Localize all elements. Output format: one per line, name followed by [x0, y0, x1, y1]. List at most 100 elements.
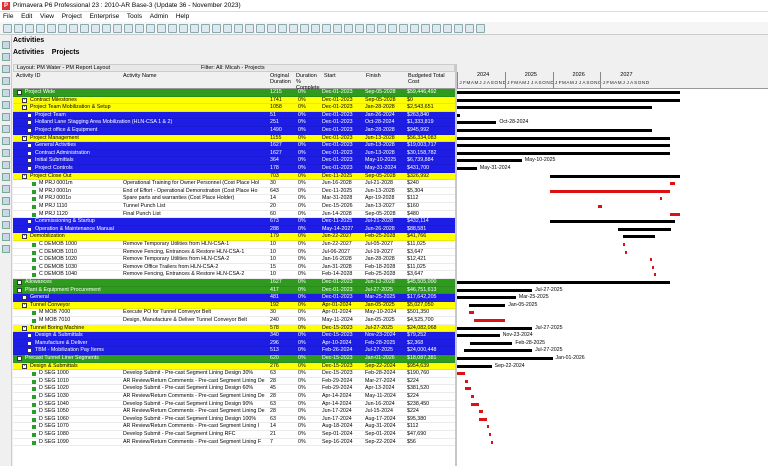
collapse-toggle[interactable]: -	[22, 295, 27, 301]
wbs-row[interactable]: - Plant & Equipment Procurement 417 0% Dec-0…	[13, 286, 455, 295]
wbs-row[interactable]: - Manufacture & Deliver 296 0% Apr-10-2024 Fe…	[13, 339, 455, 348]
nav-icon[interactable]	[2, 173, 10, 181]
wbs-row[interactable]: - Project Team Mobilization & Setup 1058 0%…	[13, 104, 455, 112]
col-activity-name[interactable]: Activity Name	[123, 73, 157, 79]
summary-bar[interactable]	[457, 151, 670, 155]
activity-bar[interactable]	[479, 410, 483, 414]
collapse-toggle[interactable]: -	[27, 348, 32, 354]
collapse-toggle[interactable]: -	[27, 333, 32, 339]
col-start[interactable]: Start	[324, 73, 336, 79]
summary-bar[interactable]	[457, 144, 670, 148]
menu-edit[interactable]: Edit	[18, 12, 35, 21]
activity-row[interactable]: D SEG 1070 AR Review/Return Comments - Pr…	[13, 423, 455, 431]
nav-icon[interactable]	[2, 221, 10, 229]
menu-admin[interactable]: Admin	[147, 12, 171, 21]
toolbar-button[interactable]	[410, 24, 419, 33]
activity-bar[interactable]	[479, 417, 487, 421]
activity-row[interactable]: D SEG 1000 Develop Submit - Pre-cast Segm…	[13, 370, 455, 378]
activity-bar[interactable]	[622, 243, 625, 246]
activity-row[interactable]: M PRJ 1110 Tunnel Punch List 20 0% Dec-15-20…	[13, 203, 455, 211]
activity-row[interactable]: D SEG 1090 AR Review/Return Comments - Pr…	[13, 438, 455, 447]
activity-bar[interactable]	[474, 319, 506, 322]
collapse-toggle[interactable]: -	[27, 226, 32, 232]
nav-icon[interactable]	[2, 137, 10, 145]
activity-row[interactable]: C DEMOB 1000 Remove Temporary Utilities f…	[13, 241, 455, 249]
summary-bar[interactable]	[457, 98, 681, 102]
activity-bar[interactable]	[490, 440, 493, 444]
summary-bar[interactable]	[457, 288, 533, 292]
summary-bar[interactable]	[457, 281, 670, 284]
toolbar-button[interactable]	[14, 24, 23, 33]
collapse-toggle[interactable]: -	[22, 97, 27, 103]
nav-icon[interactable]	[2, 101, 10, 109]
activity-bar[interactable]	[468, 311, 475, 315]
nav-icon[interactable]	[2, 245, 10, 253]
summary-bar[interactable]	[457, 136, 670, 140]
wbs-row[interactable]: - Project Close Out 703 0% Dec-11-2025 Sep-05…	[13, 172, 455, 181]
toolbar-button[interactable]	[124, 24, 133, 33]
collapse-toggle[interactable]: -	[22, 234, 27, 240]
menu-view[interactable]: View	[37, 12, 57, 21]
activity-row[interactable]: C DEMOB 1020 Remove Temporary Utilities f…	[13, 256, 455, 264]
activity-bar[interactable]	[598, 205, 602, 208]
wbs-row[interactable]: - Project Wide 1215 0% Dec-01-2023 Sep-05-202…	[13, 89, 455, 97]
collapse-toggle[interactable]: -	[22, 173, 27, 179]
activity-bar[interactable]	[669, 182, 675, 186]
summary-bar[interactable]	[622, 235, 656, 239]
wbs-row[interactable]: - Tunnel Conveyor 192 0% Apr-01-2024 Jan-05-2…	[13, 301, 455, 310]
activity-row[interactable]: D SEG 1050 AR Review/Return Comments - Pr…	[13, 408, 455, 416]
nav-icon[interactable]	[2, 65, 10, 73]
collapse-toggle[interactable]: -	[22, 302, 27, 308]
toolbar-button[interactable]	[465, 24, 474, 33]
wbs-row[interactable]: - Project Controls 178 0% Dec-01-2023 May-31-…	[13, 165, 455, 173]
col-original-duration[interactable]: Original Duration	[270, 73, 298, 85]
summary-bar[interactable]	[457, 167, 477, 170]
summary-bar[interactable]	[617, 227, 672, 231]
collapse-toggle[interactable]: -	[27, 158, 32, 164]
activity-bar[interactable]	[650, 258, 653, 262]
collapse-toggle[interactable]: -	[27, 166, 32, 171]
activity-bar[interactable]	[457, 372, 465, 376]
activity-bar[interactable]	[624, 250, 627, 254]
wbs-row[interactable]: - Design & Submittals 276 0% Dec-15-2023 Sep-…	[13, 362, 455, 371]
toolbar-button[interactable]	[168, 24, 177, 33]
toolbar-button[interactable]	[432, 24, 441, 33]
layout-selector[interactable]: Layout: PM Water - PM Report Layout	[17, 65, 110, 71]
toolbar-button[interactable]	[223, 24, 232, 33]
summary-bar[interactable]	[457, 91, 681, 94]
activity-row[interactable]: C DEMOB 1010 Remove Fencing, Entrances & …	[13, 248, 455, 257]
activity-bar[interactable]	[470, 402, 479, 406]
toolbar-button[interactable]	[278, 24, 287, 33]
summary-bar[interactable]	[468, 303, 506, 307]
summary-bar[interactable]	[457, 357, 553, 360]
activity-row[interactable]: D SEG 1020 Develop Submit - Pre-cast Segm…	[13, 385, 455, 393]
activity-bar[interactable]	[488, 433, 491, 436]
wbs-row[interactable]: - Precast Tunnel Liner Segments 620 0% Dec-1…	[13, 355, 455, 363]
toolbar-button[interactable]	[300, 24, 309, 33]
nav-icon[interactable]	[2, 53, 10, 61]
wbs-row[interactable]: - Tunnel Boring Machine 578 0% Dec-15-2023 Ju…	[13, 324, 455, 333]
wbs-row[interactable]: - Allowances 1627 0% Dec-01-2023 Jun-13-2028 $…	[13, 279, 455, 287]
toolbar-button[interactable]	[344, 24, 353, 33]
menu-project[interactable]: Project	[59, 12, 85, 21]
toolbar-button[interactable]	[3, 24, 12, 33]
nav-icon[interactable]	[2, 77, 10, 85]
collapse-toggle[interactable]: -	[17, 280, 22, 285]
toolbar-button[interactable]	[58, 24, 67, 33]
nav-icon[interactable]	[2, 41, 10, 49]
menu-tools[interactable]: Tools	[124, 12, 145, 21]
activity-bar[interactable]	[464, 387, 471, 391]
toolbar-button[interactable]	[322, 24, 331, 33]
activity-row[interactable]: D SEG 1060 Develop Submit - Pre-cast Segm…	[13, 415, 455, 424]
toolbar-button[interactable]	[157, 24, 166, 33]
toolbar-button[interactable]	[366, 24, 375, 33]
collapse-toggle[interactable]: -	[17, 287, 22, 293]
filter-label[interactable]: Filter: All: Micah - Projects	[201, 65, 265, 71]
summary-bar[interactable]	[549, 220, 675, 224]
nav-icon[interactable]	[2, 125, 10, 133]
toolbar-button[interactable]	[190, 24, 199, 33]
toolbar-button[interactable]	[36, 24, 45, 33]
toolbar-button[interactable]	[91, 24, 100, 33]
wbs-row[interactable]: - TBM - Mobilization Pay Items 513 0% Feb-26…	[13, 347, 455, 355]
wbs-row[interactable]: - General Activities 1627 0% Dec-01-2023 Jun-…	[13, 142, 455, 150]
